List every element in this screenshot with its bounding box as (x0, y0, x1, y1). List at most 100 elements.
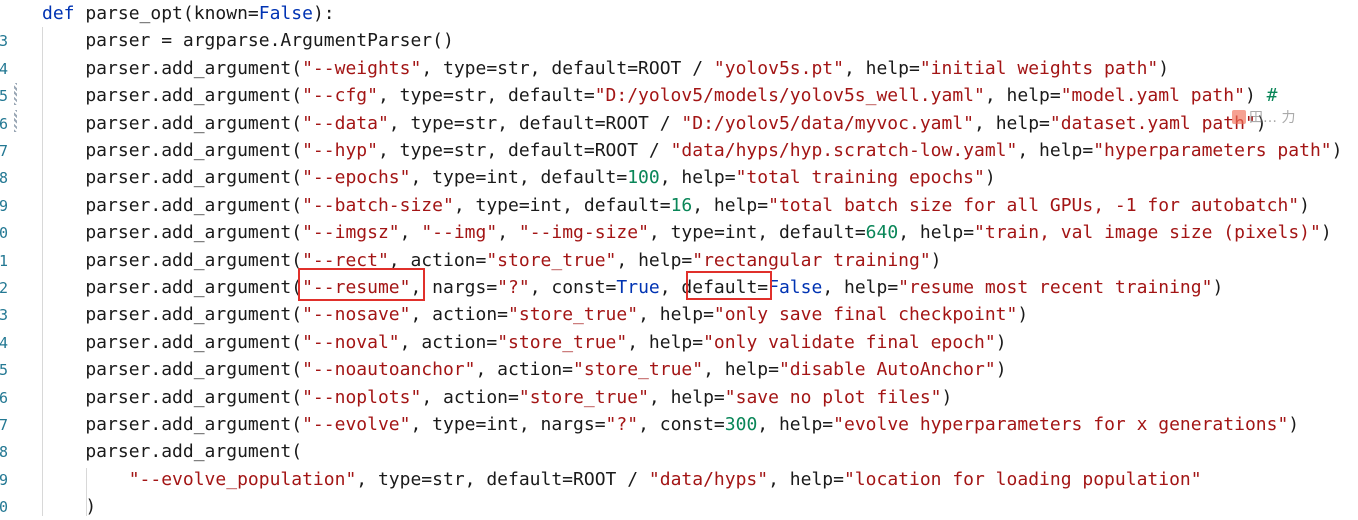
code-token: , help= (638, 304, 714, 326)
code-line[interactable]: parser.add_argument("--epochs", type=int… (42, 164, 996, 191)
code-token: , action= (421, 386, 519, 408)
code-token: parser.add_argument( (42, 386, 303, 408)
string-token: "--nosave" (302, 304, 411, 326)
code-line[interactable]: "--evolve_population", type=str, default… (42, 466, 1202, 493)
code-token: , type=str, default=ROOT / (421, 57, 714, 79)
string-token: "--imgsz" (302, 222, 400, 244)
code-line[interactable]: def parse_opt(known=False): (42, 0, 335, 27)
code-token: parser.add_argument( (42, 57, 303, 79)
code-token: , help= (822, 277, 899, 298)
code-line[interactable]: parser.add_argument("--resume", nargs="?… (42, 274, 1223, 301)
code-token: , action= (475, 359, 574, 381)
string-token: "--noval" (302, 331, 400, 353)
number-token: 100 (627, 167, 660, 189)
code-token: , type=str, default=ROOT / (356, 468, 649, 490)
code-token: parser.add_argument( (42, 277, 303, 298)
code-token: , help= (1017, 140, 1094, 161)
string-token: "evolve hyperparameters for x generation… (833, 414, 1289, 435)
code-token: parser.add_argument( (42, 331, 303, 353)
string-token: "data/hyps/hyp.scratch-low.yaml" (670, 140, 1018, 161)
code-token: , type=int, default= (648, 222, 866, 244)
code-line[interactable]: parser.add_argument("--hyp", type=str, d… (42, 137, 1342, 164)
code-token: parser.add_argument( (42, 249, 303, 271)
line-number-gutter: 3 4 5 6 7 8 9 0 1 2 3 4 5 6 7 8 9 0 (0, 0, 14, 516)
code-line[interactable]: parser.add_argument("--data", type=str, … (42, 110, 1266, 137)
code-token: , help= (898, 222, 975, 244)
code-token: , (399, 222, 422, 244)
string-token: "total batch size for all GPUs, -1 for a… (768, 194, 1300, 216)
code-editor[interactable]: 345678901234567890 def parse_opt(known=F… (0, 0, 1358, 517)
line-number: 1 (0, 251, 9, 270)
code-line[interactable]: parser.add_argument("--rect", action="st… (42, 247, 941, 274)
string-token: "initial weights path" (919, 57, 1159, 79)
string-token: "train, val image size (pixels)" (974, 222, 1321, 244)
code-line[interactable]: parser.add_argument("--noplots", action=… (42, 384, 952, 411)
code-token: ) (941, 386, 953, 408)
string-token: "location for loading population" (843, 468, 1202, 490)
line-number: 3 (0, 306, 9, 325)
string-token: "rectangular training" (692, 249, 931, 271)
code-token: parser.add_argument( (42, 85, 303, 107)
code-token: , type=str, default= (377, 85, 595, 107)
code-token: , help= (843, 57, 920, 79)
string-token: "--data" (302, 112, 389, 134)
code-token: , type=int, nargs= (410, 414, 606, 435)
keyword-token: True (616, 277, 660, 298)
string-token: "--epochs" (302, 167, 411, 189)
line-number: 4 (0, 59, 9, 78)
code-line[interactable]: parser = argparse.ArgumentParser() (42, 27, 453, 54)
string-token: "--hyp" (302, 140, 378, 161)
code-token: ) (1299, 194, 1310, 216)
code-line[interactable]: parser.add_argument("--noval", action="s… (42, 329, 1007, 356)
string-token: "store_true" (508, 304, 639, 326)
code-line[interactable]: parser.add_argument("--nosave", action="… (42, 301, 1028, 328)
modified-line-marker (14, 110, 17, 132)
line-number: 8 (0, 169, 9, 188)
code-token: ) (995, 331, 1007, 353)
code-line[interactable]: parser.add_argument("--noautoanchor", ac… (42, 356, 1007, 383)
line-number: 7 (0, 416, 9, 434)
string-token: "resume most recent training" (898, 277, 1213, 298)
string-token: "model.yaml path" (1060, 85, 1245, 107)
code-token: ) (1017, 304, 1029, 326)
code-token: ) (984, 167, 996, 189)
string-token: "--img-size" (518, 222, 649, 244)
code-token: , type=str, default=ROOT / (388, 112, 682, 134)
code-line[interactable]: parser.add_argument("--imgsz", "--img" , … (42, 219, 1331, 246)
keyword-token: False (258, 3, 313, 24)
code-token: ): (312, 3, 335, 24)
number-token: 16 (670, 194, 693, 216)
code-token: , type=int, default= (410, 167, 628, 189)
code-token: ) (995, 359, 1007, 381)
code-token: ) (1158, 57, 1170, 79)
string-token: "disable AutoAnchor" (778, 359, 996, 381)
line-number: 0 (0, 224, 9, 243)
line-number: 8 (0, 443, 9, 462)
string-token: "yolov5s.pt" (713, 57, 844, 79)
string-token: "store_true" (518, 386, 649, 408)
code-line[interactable]: parser.add_argument( (42, 438, 302, 465)
code-line[interactable]: parser.add_argument("--batch-size", type… (42, 192, 1310, 219)
modified-line-marker (14, 83, 17, 105)
code-token: , help= (984, 85, 1061, 107)
code-line[interactable]: parser.add_argument("--weights", type=st… (42, 55, 1169, 82)
code-line[interactable]: parser.add_argument("--cfg", type=str, d… (42, 82, 1277, 109)
code-token: parser.add_argument( (42, 222, 303, 244)
string-token: "--batch-size" (302, 194, 454, 216)
line-number: 9 (0, 470, 9, 489)
code-token: , help= (692, 194, 769, 216)
code-token: , type=str, default=ROOT / (377, 140, 671, 161)
string-token: "--noautoanchor" (302, 359, 476, 381)
code-token: parser.add_argument( (42, 359, 303, 381)
code-token: , help= (974, 112, 1050, 134)
line-number: 4 (0, 333, 9, 352)
string-token: "--evolve_population" (128, 468, 357, 490)
line-number: 7 (0, 142, 9, 160)
code-line[interactable]: parser.add_argument("--evolve", type=int… (42, 411, 1299, 438)
string-token: "D:/yolov5/models/yolov5s_well.yaml" (594, 85, 985, 107)
string-token: "store_true" (486, 249, 617, 271)
string-token: "--weights" (302, 57, 422, 79)
code-token: , action= (399, 331, 498, 353)
code-token: , const= (638, 414, 725, 435)
string-token: "--evolve" (302, 414, 411, 435)
